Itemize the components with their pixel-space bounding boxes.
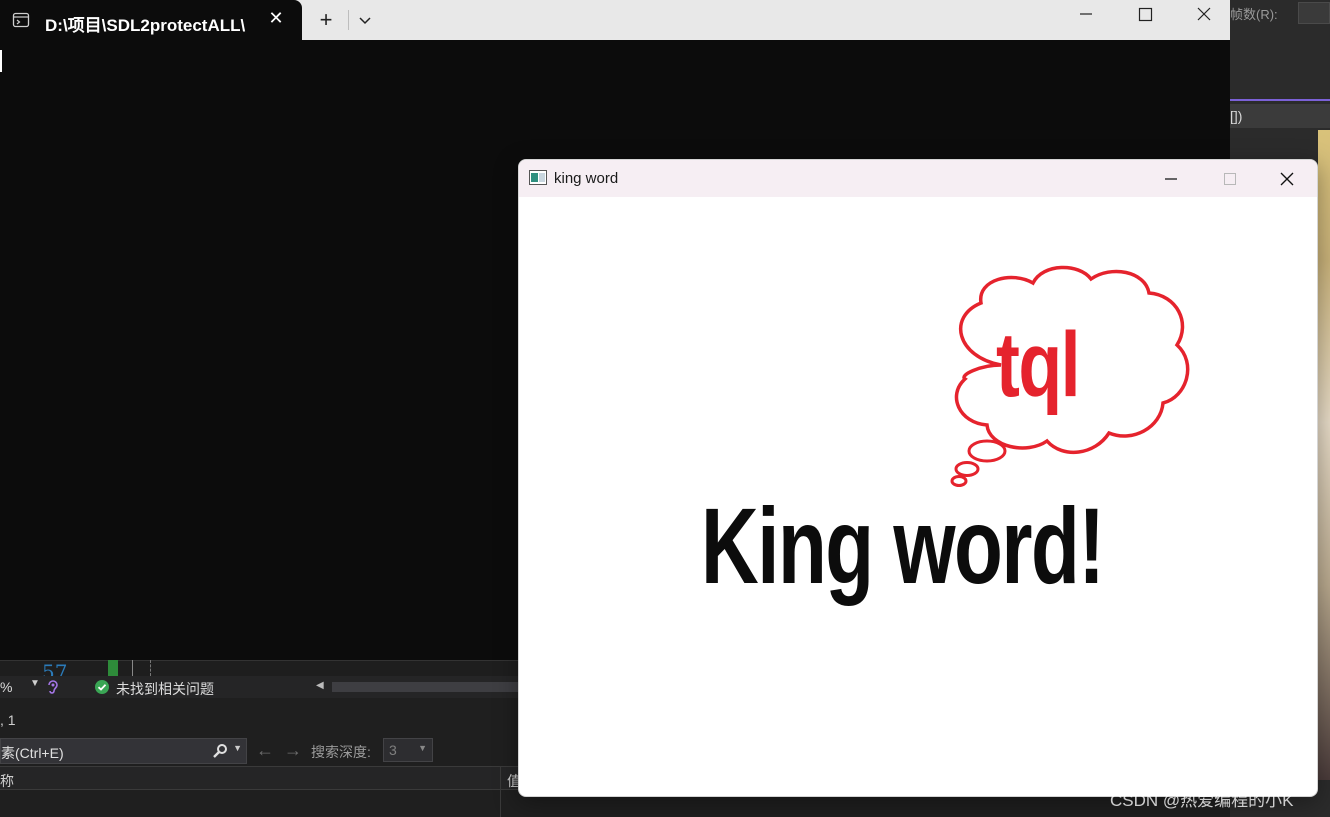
watch-search-input[interactable]: 素(Ctrl+E) ▼: [0, 738, 247, 764]
chevron-down-icon[interactable]: [354, 8, 376, 32]
indent-guide: [132, 660, 133, 676]
locals-row-text: , 1: [0, 712, 16, 728]
search-depth-select[interactable]: 3 ▼: [383, 738, 433, 762]
arrow-right-icon[interactable]: →: [284, 740, 302, 761]
text-cursor: [0, 50, 2, 72]
frames-label: 帧数(R):: [1230, 7, 1278, 22]
search-depth-value: 3: [389, 742, 397, 758]
check-circle-icon: [95, 680, 109, 694]
sdl-titlebar[interactable]: king word: [519, 160, 1317, 197]
hearing-icon[interactable]: [46, 679, 60, 695]
sdl-window-title: king word: [554, 170, 619, 187]
search-depth-label: 搜索深度:: [311, 744, 371, 760]
close-icon[interactable]: [1275, 168, 1299, 190]
headline-text: King word!: [701, 485, 1105, 606]
terminal-app-icon: [12, 11, 30, 29]
zoom-dropdown-icon[interactable]: ▼: [30, 678, 40, 689]
background-image-strip: [1318, 130, 1330, 780]
arrow-left-icon[interactable]: ←: [256, 740, 274, 761]
minimize-icon[interactable]: [1070, 4, 1102, 28]
watermark: CSDN @热爱编程的小K: [1110, 791, 1294, 810]
search-dropdown-icon[interactable]: ▼: [233, 743, 242, 753]
frames-input[interactable]: [1298, 2, 1330, 24]
active-tab-indicator: [1230, 99, 1330, 101]
zoom-level[interactable]: %: [0, 679, 12, 695]
maximize-icon[interactable]: [1130, 4, 1162, 28]
change-marker: [108, 660, 118, 676]
search-icon[interactable]: [212, 743, 228, 759]
indent-guide-dashed: [150, 660, 151, 676]
bubble-text: tql: [996, 314, 1081, 416]
close-icon[interactable]: [1188, 4, 1220, 28]
chevron-down-icon: ▼: [418, 743, 427, 753]
editor-gutter-strip: [0, 660, 520, 676]
terminal-titlebar: D:\项目\SDL2protectALL\ ✕ +: [0, 0, 1230, 40]
new-tab-button[interactable]: +: [312, 6, 340, 34]
column-divider: [500, 790, 501, 817]
search-placeholder: 素(Ctrl+E): [1, 745, 64, 761]
horizontal-scrollbar[interactable]: [332, 682, 522, 692]
scroll-left-icon[interactable]: ◀: [316, 680, 324, 691]
titlebar-separator: [348, 10, 349, 30]
maximize-icon: [1217, 168, 1241, 190]
watch-grid: [0, 790, 520, 817]
column-name-header[interactable]: 称: [0, 771, 14, 791]
watch-column-header: 称 值: [0, 766, 521, 815]
terminal-tab[interactable]: D:\项目\SDL2protectALL\ ✕: [0, 0, 302, 40]
terminal-tab-title: D:\项目\SDL2protectALL\: [45, 16, 246, 35]
sdl-window[interactable]: king word tql King word!: [518, 159, 1318, 797]
minimize-icon[interactable]: [1159, 168, 1183, 190]
code-fragment: []): [1230, 104, 1330, 128]
issues-status[interactable]: 未找到相关问题: [116, 679, 214, 699]
tab-close-icon[interactable]: ✕: [266, 8, 286, 30]
window-app-icon: [529, 170, 547, 185]
